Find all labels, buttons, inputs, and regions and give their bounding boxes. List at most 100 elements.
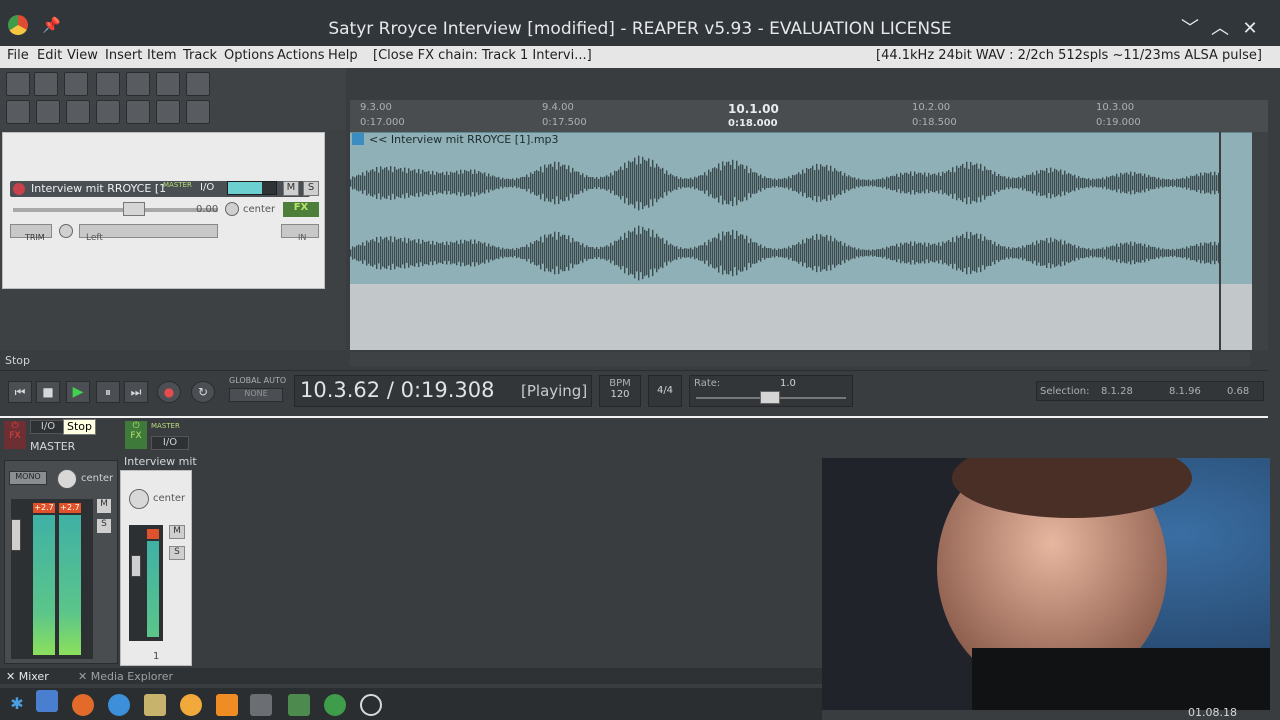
email-icon[interactable]	[108, 694, 130, 716]
play-button[interactable]: ▶	[66, 381, 90, 403]
menu-view[interactable]: View	[67, 48, 98, 63]
peak-right: +2.7	[59, 503, 81, 513]
playhead[interactable]	[1219, 132, 1221, 350]
io-button[interactable]: I/O	[200, 182, 214, 193]
undo-icon[interactable]	[126, 72, 150, 96]
close-icon[interactable]: ✕	[1238, 17, 1262, 41]
tooltip: Stop	[63, 419, 97, 435]
ruler-tick: 10.1.00 0:18.000	[728, 102, 779, 129]
automation-mode-button[interactable]: NONE	[229, 388, 283, 402]
solo-button[interactable]: S	[303, 181, 319, 196]
go-to-start-icon[interactable]: ⏮	[8, 381, 32, 403]
item-label: << Interview mit RROYCE [1].mp3	[369, 133, 559, 146]
pause-button[interactable]: ⏸	[96, 381, 120, 403]
track-control-panel[interactable]: Interview mit RROYCE [1 MASTER I/O M S 0…	[2, 132, 336, 289]
tab-mixer[interactable]: ✕ Mixer	[6, 670, 49, 683]
file-manager-icon[interactable]	[144, 694, 166, 716]
volume-handle[interactable]	[123, 202, 145, 216]
track-fader[interactable]	[131, 555, 141, 577]
maximize-icon[interactable]: ︿	[1208, 17, 1232, 41]
clock: 01.08.18	[1188, 706, 1237, 719]
ripple-icon[interactable]	[66, 100, 90, 124]
video-window[interactable]	[822, 458, 1270, 710]
phase-icon[interactable]	[59, 224, 73, 238]
vertical-scrollbar[interactable]	[1252, 132, 1268, 350]
master-solo[interactable]: S	[97, 519, 111, 533]
track-mute-mixer[interactable]: M	[169, 525, 185, 539]
menu-edit[interactable]: Edit	[37, 48, 62, 63]
lock-icon[interactable]	[186, 100, 210, 124]
project-settings-icon[interactable]	[96, 72, 120, 96]
vlc-icon[interactable]	[216, 694, 238, 716]
media-item[interactable]	[350, 132, 1252, 284]
track-master-label: MASTER	[151, 422, 180, 430]
track-pan-value: center	[153, 493, 186, 504]
rate-box[interactable]: Rate: 1.0	[689, 375, 853, 407]
banana-icon[interactable]	[180, 694, 202, 716]
repeat-button[interactable]: ↻	[191, 381, 215, 403]
menu-help[interactable]: Help	[328, 48, 358, 63]
master-strip: MONO center +2.7 +2.7 M S	[4, 460, 118, 664]
envelope-icon[interactable]	[96, 100, 120, 124]
firefox-icon[interactable]	[72, 694, 94, 716]
bpm-box[interactable]: BPM 120	[599, 375, 641, 407]
new-project-icon[interactable]	[6, 72, 30, 96]
time-signature[interactable]: 4/4	[648, 375, 682, 407]
close-fx-chain[interactable]: [Close FX chain: Track 1 Intervi...]	[373, 48, 592, 63]
master-send-label: MASTER	[163, 181, 192, 189]
rate-handle[interactable]	[760, 391, 780, 404]
master-pan-knob[interactable]	[57, 469, 77, 489]
menu-options[interactable]: Options	[224, 48, 274, 63]
track-pan-knob[interactable]	[129, 489, 149, 509]
save-project-icon[interactable]	[64, 72, 88, 96]
selection-box: Selection: 8.1.28 8.1.96 0.68	[1036, 381, 1264, 401]
volume-slider[interactable]	[13, 208, 218, 212]
input-button[interactable]: IN	[281, 224, 319, 242]
snap-icon[interactable]	[36, 100, 60, 124]
menu-actions[interactable]: Actions	[277, 48, 325, 63]
record-arm-icon[interactable]	[13, 183, 25, 195]
item-info-icon[interactable]	[352, 133, 364, 145]
start-menu-icon[interactable]: ✱	[6, 694, 28, 716]
grid-lines-icon[interactable]	[126, 100, 150, 124]
track-fx-button[interactable]: ⏻ FX	[125, 421, 147, 449]
menu-insert[interactable]: Insert	[105, 48, 142, 63]
speaker-icon[interactable]	[250, 694, 272, 716]
tab-media-explorer[interactable]: ✕ Media Explorer	[78, 670, 173, 683]
menu-track[interactable]: Track	[183, 48, 217, 63]
fx-button[interactable]: FX	[283, 202, 319, 217]
system-settings-icon[interactable]	[360, 694, 382, 716]
menu-item[interactable]: Item	[147, 48, 177, 63]
track-name[interactable]: Interview mit RROYCE [1	[31, 182, 166, 195]
master-fader[interactable]	[11, 519, 21, 551]
mixer-track-title: Interview mit	[124, 455, 197, 468]
master-mute[interactable]: M	[97, 499, 111, 513]
desktop-icon[interactable]	[36, 690, 58, 712]
metronome-icon[interactable]	[186, 72, 210, 96]
grid-icon[interactable]	[6, 100, 30, 124]
minimize-icon[interactable]: ﹀	[1178, 17, 1202, 41]
horizontal-scrollbar[interactable]	[350, 352, 1250, 366]
pan-value: center	[243, 204, 276, 215]
redo-icon[interactable]	[156, 72, 180, 96]
master-io-button[interactable]: I/O	[30, 420, 66, 434]
open-project-icon[interactable]	[34, 72, 58, 96]
track-solo-mixer[interactable]: S	[169, 546, 185, 560]
menu-file[interactable]: File	[7, 48, 29, 63]
pan-knob[interactable]	[225, 202, 239, 216]
loop-icon[interactable]	[156, 100, 180, 124]
docker-tabs: ✕ Mixer ✕ Media Explorer	[0, 668, 822, 684]
timeline-ruler[interactable]: 9.3.00 0:17.000 9.4.00 0:17.500 10.1.00 0:1…	[350, 100, 1268, 132]
ruler-tick: 9.3.00 0:17.000	[360, 102, 405, 128]
trim-button[interactable]: TRIM	[10, 224, 52, 242]
mute-button[interactable]: M	[283, 181, 299, 196]
spreadsheet-icon[interactable]	[288, 694, 310, 716]
stop-button[interactable]: ■	[36, 381, 60, 403]
channel-select[interactable]: Left	[79, 224, 218, 243]
reaper-taskbar-icon[interactable]	[324, 694, 346, 716]
track-io-button[interactable]: I/O	[151, 436, 189, 450]
record-button[interactable]: ●	[157, 381, 181, 403]
mono-button[interactable]: MONO	[9, 471, 47, 485]
go-to-end-icon[interactable]: ⏭	[124, 381, 148, 403]
master-fx-button[interactable]: ⏻ FX	[4, 421, 26, 449]
